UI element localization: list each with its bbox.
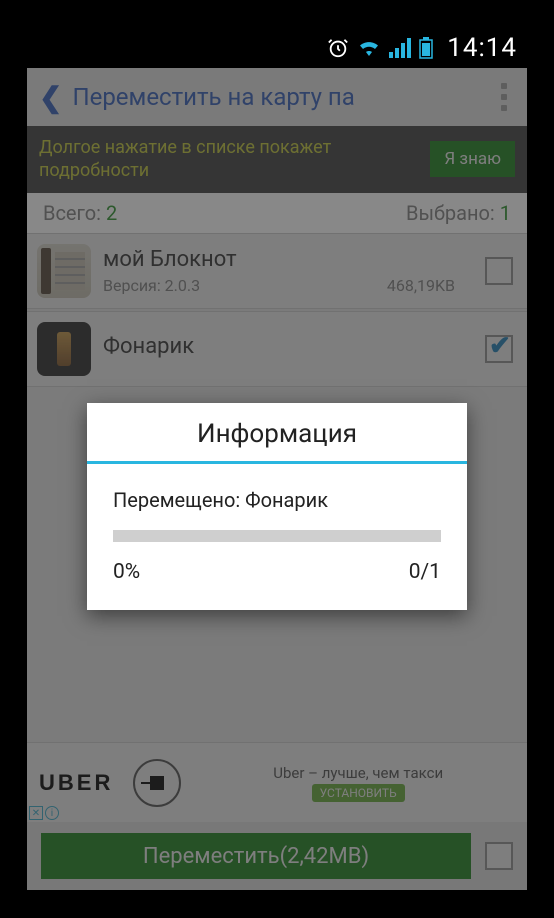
alarm-icon	[327, 37, 349, 59]
dialog-status: Перемещено: Фонарик	[113, 488, 441, 512]
progress-count: 0/1	[409, 560, 441, 584]
dialog-title: Информация	[87, 403, 467, 461]
progress-bar	[113, 530, 441, 542]
wifi-icon	[357, 38, 381, 58]
signal-icon	[389, 38, 411, 58]
battery-icon	[419, 37, 433, 59]
progress-percent: 0%	[113, 560, 140, 584]
info-dialog: Информация Перемещено: Фонарик 0% 0/1	[87, 403, 467, 610]
status-bar: 14:14	[27, 28, 527, 68]
status-time: 14:14	[447, 33, 517, 63]
